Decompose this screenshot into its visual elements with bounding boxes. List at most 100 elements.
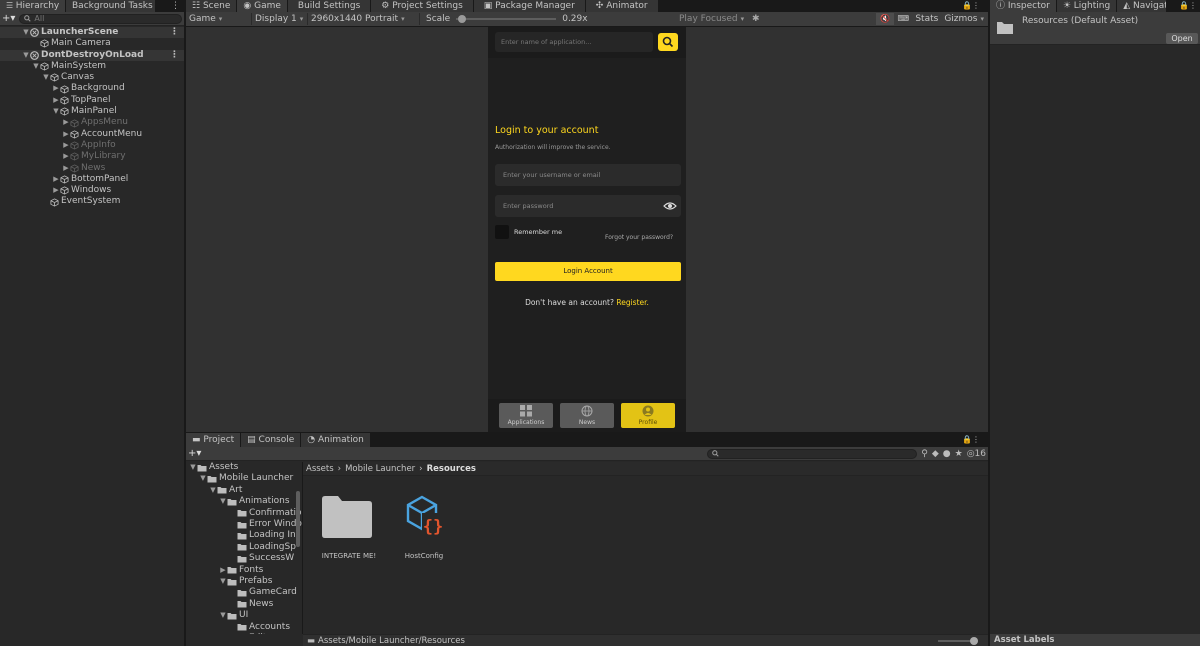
hierarchy-row[interactable]: ▶ BottomPanel bbox=[0, 174, 184, 185]
project-search-input[interactable] bbox=[707, 448, 918, 459]
expand-arrow-icon[interactable]: ▼ bbox=[219, 610, 227, 621]
expand-arrow-icon[interactable]: ▼ bbox=[22, 27, 30, 38]
game-view[interactable]: Enter name of application... Login to yo… bbox=[186, 27, 988, 432]
project-folder-row[interactable]: ▼ Assets bbox=[186, 462, 302, 473]
hierarchy-row[interactable]: ▶ AppInfo bbox=[0, 140, 184, 151]
hierarchy-row[interactable]: ▼ Canvas bbox=[0, 72, 184, 83]
project-folder-row[interactable]: ▼ Animations bbox=[186, 496, 302, 507]
project-folder-row[interactable]: ▶ Fonts bbox=[186, 565, 302, 576]
hierarchy-row[interactable]: ▼ MainSystem bbox=[0, 61, 184, 72]
hierarchy-row[interactable]: ▼ MainPanel bbox=[0, 106, 184, 117]
breadcrumb-mobile-launcher[interactable]: Mobile Launcher bbox=[345, 464, 415, 474]
collapse-arrow-icon[interactable]: ▶ bbox=[62, 117, 70, 128]
forgot-password-link[interactable]: Forgot your password? bbox=[605, 234, 673, 241]
filter-by-type-icon[interactable]: ● bbox=[943, 449, 951, 459]
remember-me-checkbox[interactable] bbox=[495, 225, 509, 239]
expand-arrow-icon[interactable]: ▼ bbox=[42, 72, 50, 83]
asset-item[interactable]: INTEGRATE ME! bbox=[316, 493, 382, 563]
add-icon[interactable]: +▾ bbox=[188, 448, 201, 459]
breadcrumb-assets[interactable]: Assets bbox=[306, 464, 334, 474]
game-mode-dropdown[interactable]: Game bbox=[186, 13, 252, 25]
tab-hierarchy[interactable]: ☰ Hierarchy bbox=[0, 0, 66, 12]
bottom-lock-menu-icon[interactable]: 🔒⋮ bbox=[962, 433, 988, 447]
expand-arrow-icon[interactable]: ▼ bbox=[219, 576, 227, 587]
collapse-arrow-icon[interactable]: ▶ bbox=[52, 83, 60, 94]
scene-row[interactable]: ▼ LauncherScene ⋮ bbox=[0, 27, 184, 39]
collapse-arrow-icon[interactable]: ▶ bbox=[52, 174, 60, 185]
tab-inspector[interactable]: ⓘ Inspector bbox=[990, 0, 1057, 12]
expand-arrow-icon[interactable]: ▼ bbox=[219, 496, 227, 507]
expand-arrow-icon[interactable]: ▼ bbox=[209, 485, 217, 496]
display-dropdown[interactable]: Display 1 bbox=[252, 13, 308, 25]
project-folder-row[interactable]: News bbox=[186, 599, 302, 610]
breadcrumb-resources[interactable]: Resources bbox=[427, 464, 476, 474]
icon-size-thumb[interactable] bbox=[970, 636, 978, 645]
asset-item[interactable]: {} HostConfig bbox=[394, 493, 454, 563]
project-folder-row[interactable]: ▼ Art bbox=[186, 485, 302, 496]
tab-scene[interactable]: ☷ Scene bbox=[186, 0, 238, 12]
app-search-input[interactable]: Enter name of application... bbox=[495, 32, 653, 52]
play-focused-dropdown[interactable]: Play Focused bbox=[676, 13, 752, 25]
hierarchy-row[interactable]: ▶ AccountMenu bbox=[0, 129, 184, 140]
project-folder-row[interactable]: SuccessW bbox=[186, 553, 302, 564]
scene-menu-icon[interactable]: ⋮ bbox=[170, 50, 179, 61]
project-folder-row[interactable]: Loading In bbox=[186, 530, 302, 541]
search-by-type-icon[interactable]: ⚲ bbox=[921, 449, 928, 459]
tab-console[interactable]: ▤ Console bbox=[241, 433, 302, 447]
collapse-arrow-icon[interactable]: ▶ bbox=[62, 163, 70, 174]
tab-project-settings[interactable]: ⚙ Project Settings bbox=[371, 0, 474, 12]
project-folder-row[interactable]: LoadingSp bbox=[186, 542, 302, 553]
open-button[interactable]: Open bbox=[1166, 33, 1198, 44]
project-folder-row[interactable]: Editor bbox=[186, 633, 302, 634]
shortcuts-icon[interactable]: ⌨ bbox=[894, 13, 912, 25]
hierarchy-row[interactable]: EventSystem bbox=[0, 196, 184, 207]
login-button[interactable]: Login Account bbox=[495, 262, 681, 281]
tab-animator[interactable]: ✣ Animator bbox=[585, 0, 659, 12]
hierarchy-row[interactable]: ▶ AppsMenu bbox=[0, 117, 184, 128]
tab-package-manager[interactable]: ▣ Package Manager bbox=[473, 0, 586, 12]
expand-arrow-icon[interactable]: ▼ bbox=[32, 61, 40, 72]
project-folder-row[interactable]: Error Windo bbox=[186, 519, 302, 530]
favorite-icon[interactable]: ★ bbox=[955, 449, 963, 459]
project-folder-row[interactable]: ▼ UI bbox=[186, 610, 302, 621]
project-folder-row[interactable]: GameCard bbox=[186, 587, 302, 598]
collapse-arrow-icon[interactable]: ▶ bbox=[62, 129, 70, 140]
collapse-arrow-icon[interactable]: ▶ bbox=[52, 95, 60, 106]
tab-build-settings[interactable]: Build Settings bbox=[287, 0, 372, 12]
asset-labels-section[interactable]: Asset Labels bbox=[990, 634, 1200, 646]
expand-arrow-icon[interactable]: ▼ bbox=[52, 106, 60, 117]
scale-control[interactable]: Scale 0.29x bbox=[420, 14, 600, 24]
mute-audio-icon[interactable]: 🔇 bbox=[876, 13, 895, 25]
scale-slider[interactable] bbox=[456, 15, 557, 23]
gizmos-dropdown[interactable]: Gizmos bbox=[941, 13, 988, 25]
hierarchy-row[interactable]: ▶ News bbox=[0, 163, 184, 174]
inspector-lock-menu-icon[interactable]: 🔒⋮ bbox=[1167, 0, 1200, 12]
password-input[interactable]: Enter password bbox=[495, 195, 681, 217]
collapse-arrow-icon[interactable]: ▶ bbox=[52, 185, 60, 196]
scale-slider-thumb[interactable] bbox=[458, 15, 467, 23]
project-folder-row[interactable]: ▼ Prefabs bbox=[186, 576, 302, 587]
tab-game[interactable]: ◉ Game bbox=[237, 0, 288, 12]
hierarchy-row[interactable]: ▶ Windows bbox=[0, 185, 184, 196]
nav-applications[interactable]: Applications bbox=[499, 403, 553, 428]
collapse-arrow-icon[interactable]: ▶ bbox=[219, 565, 227, 576]
bug-icon[interactable]: ✱ bbox=[752, 14, 766, 24]
expand-arrow-icon[interactable]: ▼ bbox=[189, 462, 197, 473]
project-folder-row[interactable]: Accounts bbox=[186, 621, 302, 632]
center-lock-menu-icon[interactable]: 🔒⋮ bbox=[962, 0, 988, 12]
hierarchy-row[interactable]: ▶ Background bbox=[0, 83, 184, 94]
tab-lighting[interactable]: ☀ Lighting bbox=[1056, 0, 1118, 12]
hierarchy-row[interactable]: ▶ MyLibrary bbox=[0, 151, 184, 162]
filter-by-label-icon[interactable]: ◆ bbox=[932, 449, 939, 459]
hierarchy-menu-icon[interactable]: ⋮ bbox=[156, 0, 184, 12]
app-search-button[interactable] bbox=[658, 33, 678, 51]
scene-row[interactable]: ▼ DontDestroyOnLoad ⋮ bbox=[0, 49, 184, 61]
tab-navigation[interactable]: ◭ Navigation bbox=[1117, 0, 1168, 12]
eye-icon[interactable] bbox=[663, 200, 677, 212]
project-folder-row[interactable]: ▼ Mobile Launcher bbox=[186, 473, 302, 484]
hierarchy-search-input[interactable]: All bbox=[19, 13, 182, 24]
add-icon[interactable]: +▾ bbox=[2, 13, 15, 24]
collapse-arrow-icon[interactable]: ▶ bbox=[62, 151, 70, 162]
hierarchy-row[interactable]: ▶ TopPanel bbox=[0, 95, 184, 106]
scene-menu-icon[interactable]: ⋮ bbox=[170, 27, 179, 38]
